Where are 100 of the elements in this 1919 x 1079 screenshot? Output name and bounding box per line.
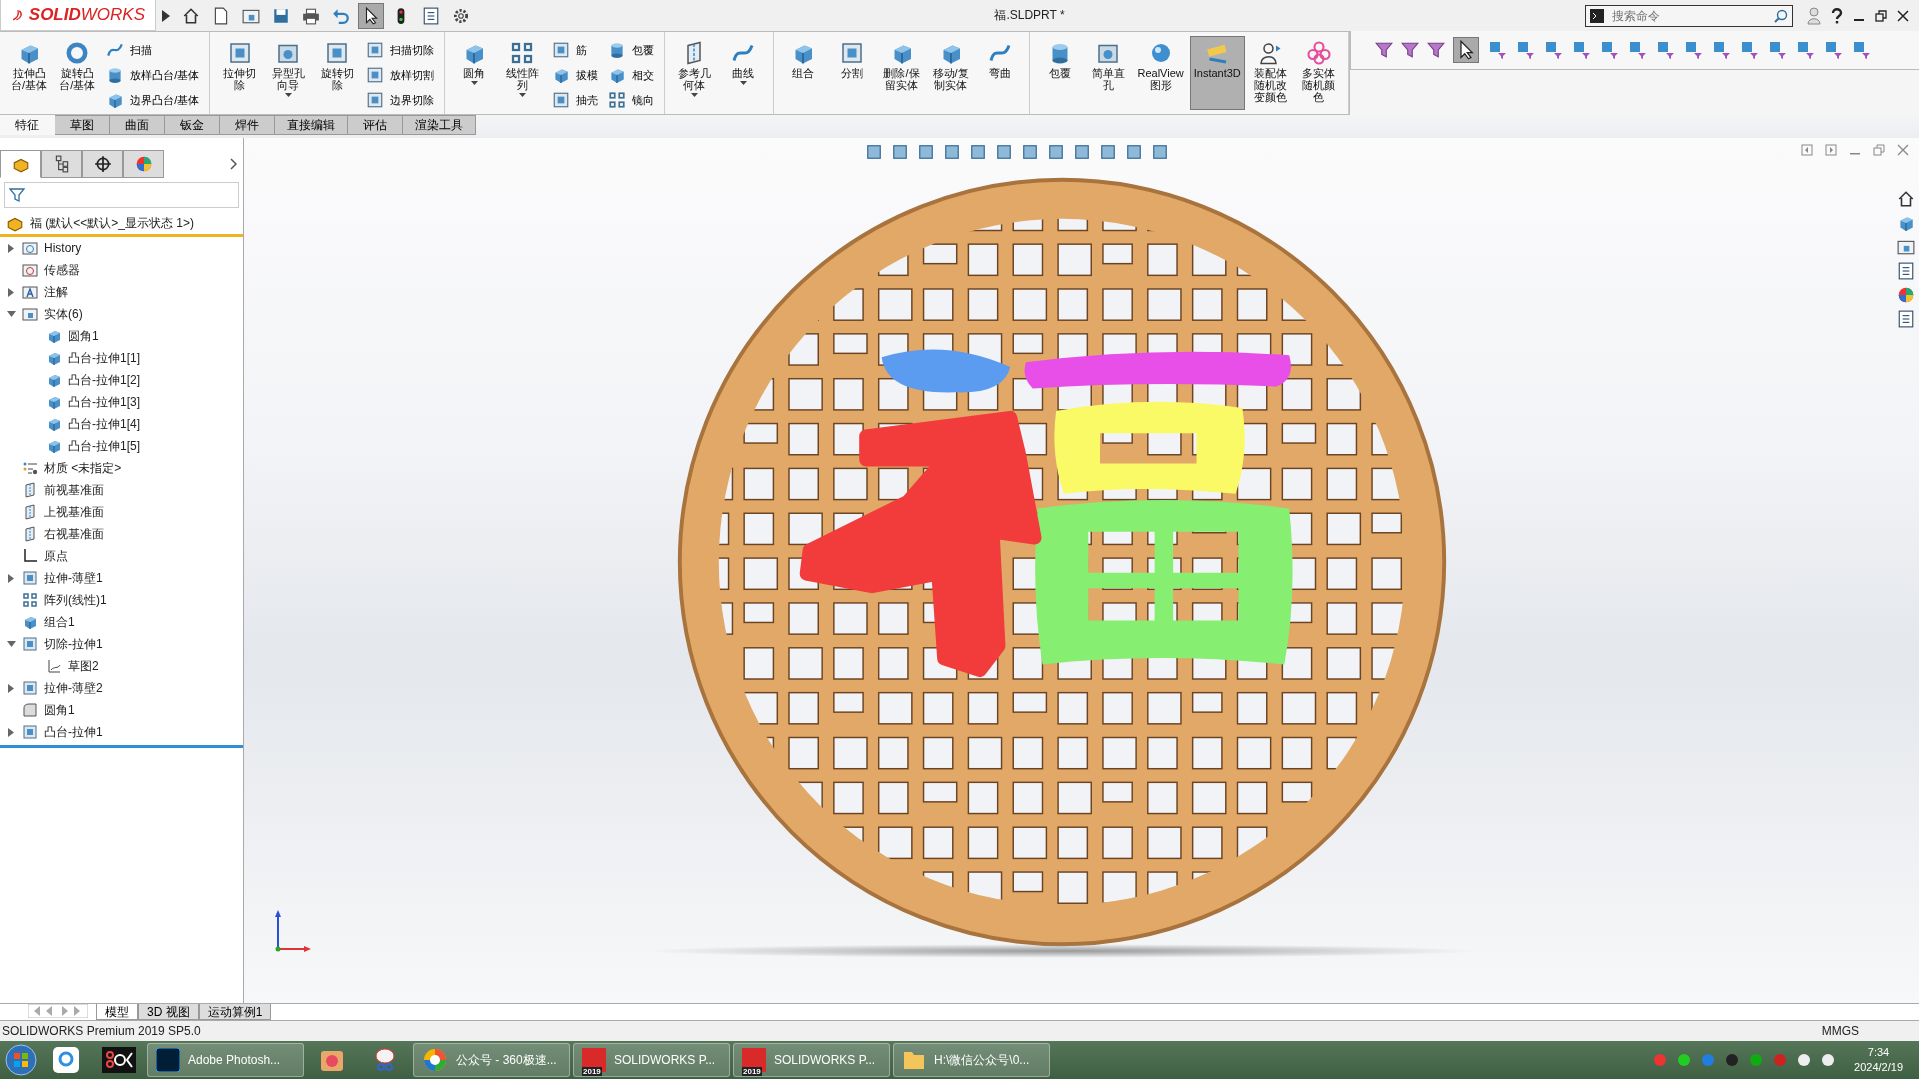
selection-filter-icon[interactable] <box>1515 40 1535 60</box>
tree-item[interactable]: 原点 <box>44 547 68 565</box>
ribbon-button[interactable]: 拉伸凸台/基体 <box>6 36 53 110</box>
ribbon-button[interactable]: 筋 <box>547 40 602 60</box>
caret-icon[interactable] <box>739 81 747 85</box>
model-tab[interactable]: 模型 <box>96 1004 138 1020</box>
caret-icon[interactable] <box>284 93 292 97</box>
ribbon-button[interactable]: 包覆 <box>603 40 658 60</box>
filter-icon[interactable] <box>1427 41 1445 59</box>
expand-arrow-icon[interactable] <box>8 243 14 253</box>
tree-item[interactable]: 拉伸-薄壁2 <box>44 679 103 697</box>
user-icon[interactable] <box>1807 6 1821 25</box>
ribbon-button[interactable]: 线性阵列 <box>499 36 546 110</box>
filter-icon[interactable] <box>1375 41 1393 59</box>
tree-item[interactable]: 阵列(线性)1 <box>44 591 107 609</box>
selection-filter-icon[interactable] <box>1655 40 1675 60</box>
panel-tab[interactable] <box>82 150 123 178</box>
help-icon[interactable] <box>1831 7 1843 24</box>
restore-icon[interactable] <box>1875 9 1887 22</box>
tree-item[interactable]: 前视基准面 <box>44 481 104 499</box>
ribbon-button[interactable]: 镜向 <box>603 90 658 110</box>
tree-item[interactable]: 草图2 <box>68 657 99 675</box>
ribbon-tab[interactable]: 直接编辑 <box>275 115 348 135</box>
collapse-arrow-icon[interactable] <box>6 311 16 317</box>
selection-filter-icon[interactable] <box>1487 40 1507 60</box>
tree-item[interactable]: 拉伸-薄壁1 <box>44 569 103 587</box>
tree-item[interactable]: 传感器 <box>44 261 80 279</box>
expand-arrow-icon[interactable] <box>8 683 14 693</box>
ribbon-button[interactable]: 圆角 <box>451 36 498 110</box>
ribbon-button[interactable]: 分割 <box>828 36 876 110</box>
tree-item[interactable]: 材质 <未指定> <box>44 459 122 477</box>
ribbon-button[interactable]: 扫描 <box>102 40 204 60</box>
collapse-arrow-icon[interactable] <box>6 641 16 647</box>
caret-icon[interactable] <box>470 81 478 85</box>
taskbar-button[interactable]: 公众号 - 360极速... <box>413 1043 570 1077</box>
start-button-icon[interactable] <box>4 1043 38 1077</box>
tree-item[interactable]: History <box>44 241 82 255</box>
tree-item[interactable]: 切除-拉伸1 <box>44 635 103 653</box>
ribbon-button[interactable]: 装配体随机改变颜色 <box>1246 36 1294 110</box>
tile-right-icon[interactable] <box>1825 144 1837 156</box>
caret-icon[interactable] <box>518 93 526 97</box>
selection-filter-icon[interactable] <box>1571 40 1591 60</box>
taskbar-button[interactable]: H:\微信公众号\0... <box>893 1043 1050 1077</box>
ribbon-button[interactable]: 参考几何体 <box>670 36 718 110</box>
panel-tab[interactable] <box>41 150 82 178</box>
ribbon-button[interactable]: 移动/复制实体 <box>927 36 975 110</box>
selection-filter-icon[interactable] <box>1739 40 1759 60</box>
tree-item[interactable]: 圆角1 <box>68 327 99 345</box>
tile-left-icon[interactable] <box>1801 144 1813 156</box>
ribbon-button[interactable]: 弯曲 <box>976 36 1024 110</box>
tab-navigation-icon[interactable] <box>28 1004 88 1018</box>
chevron-right-icon[interactable] <box>230 158 237 170</box>
selection-filter-icon[interactable] <box>1683 40 1703 60</box>
ribbon-button[interactable]: 曲线 <box>719 36 767 110</box>
ribbon-button[interactable]: 放样凸台/基体 <box>102 65 204 85</box>
tree-item[interactable]: 凸台-拉伸1 <box>44 723 103 741</box>
expand-arrow-icon[interactable] <box>162 9 170 22</box>
tree-item[interactable]: 圆角1 <box>44 701 75 719</box>
model-tab[interactable]: 3D 视图 <box>138 1004 199 1020</box>
expand-arrow-icon[interactable] <box>8 287 14 297</box>
tree-item[interactable]: 注解 <box>44 283 68 301</box>
clock-time[interactable]: 7:34 <box>1867 1045 1890 1060</box>
ribbon-tab[interactable]: 曲面 <box>110 115 165 135</box>
ribbon-tab[interactable]: 钣金 <box>165 115 220 135</box>
selection-filter-icon[interactable] <box>1851 40 1871 60</box>
ribbon-button[interactable]: RealView图形 <box>1133 36 1188 110</box>
search-field[interactable]: 搜索命令 <box>1585 4 1793 27</box>
ribbon-button[interactable]: 简单直孔 <box>1084 36 1132 110</box>
ribbon-tab[interactable]: 焊件 <box>220 115 275 135</box>
tree-item[interactable]: 上视基准面 <box>44 503 104 521</box>
close-icon[interactable] <box>1897 9 1909 22</box>
selection-filter-icon[interactable] <box>1823 40 1843 60</box>
ribbon-tab[interactable]: 草图 <box>55 115 110 135</box>
ribbon-button[interactable]: 删除/保留实体 <box>877 36 926 110</box>
filter-field[interactable] <box>4 182 239 208</box>
ribbon-button[interactable]: 扫描切除 <box>362 40 439 60</box>
ribbon-tab[interactable]: 特征 <box>0 115 55 135</box>
ribbon-button[interactable]: 边界凸台/基体 <box>102 90 204 110</box>
caret-icon[interactable] <box>690 93 698 97</box>
ribbon-button[interactable]: Instant3D <box>1189 36 1245 110</box>
ribbon-button[interactable]: 包覆 <box>1036 36 1083 110</box>
toolbar-button[interactable] <box>358 2 384 29</box>
tree-item[interactable]: 凸台-拉伸1[5] <box>68 437 140 455</box>
model-tab[interactable]: 运动算例1 <box>198 1004 272 1020</box>
ribbon-button[interactable]: 旋转凸台/基体 <box>54 36 101 110</box>
tree-item[interactable]: 凸台-拉伸1[2] <box>68 371 140 389</box>
search-input[interactable]: 搜索命令 <box>1610 7 1768 24</box>
search-icon[interactable] <box>1774 8 1788 23</box>
ribbon-button[interactable]: 拉伸切除 <box>216 36 264 110</box>
tree-item[interactable]: 右视基准面 <box>44 525 104 543</box>
ribbon-tab[interactable]: 渲染工具 <box>403 115 476 135</box>
tree-item[interactable]: 组合1 <box>44 613 75 631</box>
tree-item[interactable]: 凸台-拉伸1[1] <box>68 349 140 367</box>
ribbon-button[interactable]: 组合 <box>779 36 827 110</box>
ribbon-tab[interactable]: 评估 <box>348 115 403 135</box>
selection-filter-icon[interactable] <box>1711 40 1731 60</box>
tree-item[interactable]: 凸台-拉伸1[4] <box>68 415 140 433</box>
selection-filter-icon[interactable] <box>1599 40 1619 60</box>
clock-date[interactable]: 2024/2/19 <box>1854 1060 1903 1075</box>
selection-filter-icon[interactable] <box>1627 40 1647 60</box>
